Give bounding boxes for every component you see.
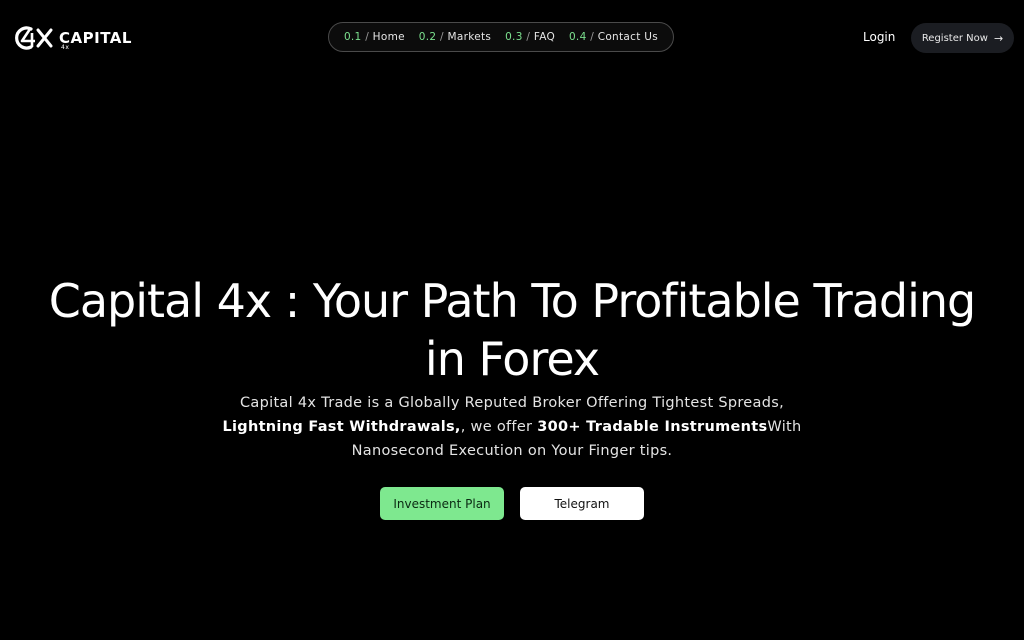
- logo-text: CAPITAL 4x: [59, 24, 132, 52]
- register-label: Register Now: [921, 32, 988, 44]
- brand-name: CAPITAL: [59, 29, 132, 47]
- nav-number: 0.4: [568, 31, 587, 43]
- hero-desc-bold-1: Lightning Fast Withdrawals,: [222, 419, 461, 435]
- brand-sub: 4x: [61, 44, 70, 51]
- nav-separator: /: [590, 31, 595, 43]
- nav-label: Markets: [447, 31, 492, 43]
- capital-4x-logo-icon: [11, 24, 59, 52]
- hero-title-line-1: Capital 4x : Your Path To Profitable Tra…: [48, 274, 977, 328]
- register-now-button[interactable]: Register Now →: [911, 23, 1014, 53]
- logo[interactable]: CAPITAL 4x: [11, 24, 132, 52]
- nav-number: 0.1: [343, 31, 362, 43]
- nav-label: Home: [372, 31, 405, 43]
- nav-number: 0.2: [418, 31, 437, 43]
- hero-title-line-2: in Forex: [424, 332, 600, 386]
- nav-item-home[interactable]: 0.1 / Home: [344, 31, 405, 43]
- nav-item-markets[interactable]: 0.2 / Markets: [419, 31, 491, 43]
- nav-separator: /: [365, 31, 370, 43]
- page: CAPITAL 4x 0.1 / Home 0.2 / Markets 0.3 …: [0, 0, 1024, 640]
- nav-separator: /: [526, 31, 531, 43]
- hero-title: Capital 4x : Your Path To Profitable Tra…: [0, 272, 1024, 388]
- nav-label: FAQ: [533, 31, 556, 43]
- arrow-right-icon: →: [993, 31, 1004, 45]
- telegram-button[interactable]: Telegram: [520, 487, 644, 520]
- nav-label: Contact Us: [597, 31, 659, 43]
- login-link[interactable]: Login: [863, 30, 895, 44]
- hero-desc-bold-2: 300+ Tradable Instruments: [537, 419, 768, 435]
- nav-separator: /: [440, 31, 444, 43]
- nav-number: 0.3: [505, 31, 523, 43]
- hero-description: Capital 4x Trade is a Globally Reputed B…: [200, 391, 824, 463]
- investment-plan-button[interactable]: Investment Plan: [380, 487, 504, 520]
- header: CAPITAL 4x 0.1 / Home 0.2 / Markets 0.3 …: [0, 0, 1024, 76]
- nav-item-contact-us[interactable]: 0.4 / Contact Us: [569, 31, 658, 43]
- hero-desc-part-1: Capital 4x Trade is a Globally Reputed B…: [240, 395, 784, 411]
- nav-item-faq[interactable]: 0.3 / FAQ: [505, 31, 555, 43]
- main-nav: 0.1 / Home 0.2 / Markets 0.3 / FAQ 0.4 /…: [328, 22, 674, 52]
- hero-desc-part-2: , we offer: [460, 419, 538, 435]
